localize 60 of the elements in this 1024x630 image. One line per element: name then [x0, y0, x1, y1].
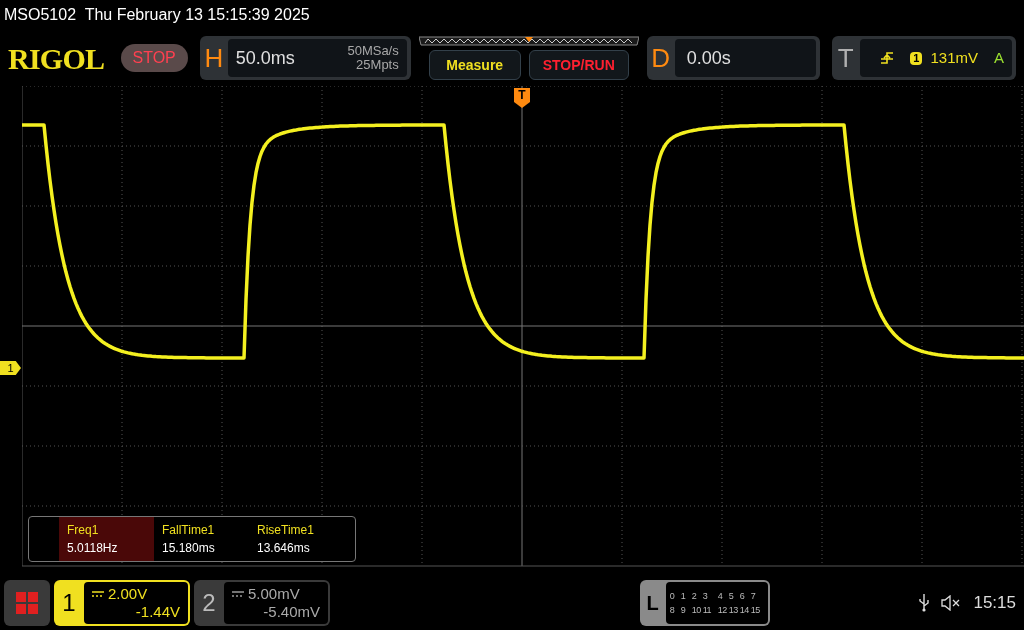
logic-channel-number: 14	[739, 603, 750, 617]
trigger-panel[interactable]: T 1 131mV A	[831, 36, 1016, 80]
timebase-value: 50.0ms	[235, 46, 295, 70]
clock-time: 15:15	[973, 591, 1016, 614]
trigger-label: T	[836, 41, 855, 75]
brand-logo: RIGOL	[8, 40, 106, 77]
speaker-muted-icon[interactable]	[941, 594, 962, 611]
logic-channel-number: 0	[669, 589, 676, 603]
channel-number: 1	[61, 587, 77, 618]
window-title: MSO5102 Thu February 13 15:15:39 2025	[4, 5, 310, 25]
memory-depth: 25Mpts	[356, 58, 399, 72]
logic-label: L	[645, 590, 660, 616]
measurement-value: 5.0118Hz	[67, 540, 119, 557]
channel-scale: 2.00V	[108, 584, 148, 603]
delay-panel[interactable]: D 0.00s	[646, 36, 820, 80]
logic-channel-number: 10	[691, 603, 702, 617]
delay-label: D	[650, 41, 672, 75]
channel-offset: -1.44V	[134, 602, 180, 621]
channel-marker[interactable]: 1	[0, 361, 21, 375]
trigger-level: 131mV	[930, 47, 978, 68]
measurement-name: FallTime1	[162, 522, 216, 539]
grid-icon	[16, 591, 38, 614]
delay-value: 0.00s	[686, 46, 731, 70]
measurement-value: 13.646ms	[257, 540, 311, 557]
logic-channel-number: 11	[702, 603, 713, 617]
stop-run-button[interactable]: STOP/RUN	[528, 50, 629, 80]
channel-offset: -5.40mV	[262, 602, 320, 621]
sample-rate: 50MSa/s	[347, 44, 399, 58]
logic-channel-number: 2	[691, 589, 698, 603]
channel-panel[interactable]: 1 2.00V -1.44V	[54, 579, 190, 626]
logic-channel-number: 9	[680, 603, 687, 617]
logic-channel-number: 12	[717, 603, 728, 617]
logic-channel-number: 3	[702, 589, 709, 603]
logic-channel-number: 6	[739, 589, 746, 603]
app-menu-button[interactable]	[4, 579, 50, 626]
trigger-source-badge: 1	[910, 51, 923, 65]
trigger-mode: A	[994, 47, 1004, 68]
usb-icon	[919, 593, 930, 612]
logic-channel-number: 13	[728, 603, 739, 617]
channel-panel[interactable]: 2 5.00mV -5.40mV	[194, 579, 330, 626]
logic-panel[interactable]: L 0 1 2 3 4 5 6 7 8 9 10 11 12 13 14 15	[639, 579, 770, 626]
channel-number: 2	[201, 587, 217, 618]
measurement-value: 15.180ms	[162, 540, 216, 557]
measure-button[interactable]: Measure	[428, 50, 521, 80]
dc-coupling-icon	[92, 590, 104, 597]
dc-coupling-icon	[232, 590, 244, 597]
logic-channel-number: 7	[750, 589, 757, 603]
horizontal-panel[interactable]: H 50.0ms 50MSa/s 25Mpts	[199, 36, 411, 80]
measurement-name: RiseTime1	[257, 522, 315, 539]
horizontal-label: H	[203, 41, 225, 75]
measurement-name: Freq1	[67, 522, 100, 539]
logic-channel-number: 4	[717, 589, 724, 603]
logic-channel-number: 1	[680, 589, 687, 603]
run-state-indicator: STOP	[120, 44, 188, 72]
channel-scale: 5.00mV	[248, 584, 300, 603]
rising-edge-icon	[880, 51, 895, 65]
logic-channel-number: 8	[669, 603, 676, 617]
logic-channel-number: 5	[728, 589, 735, 603]
logic-channel-number: 15	[750, 603, 761, 617]
trigger-position-marker[interactable]: T	[514, 88, 530, 108]
